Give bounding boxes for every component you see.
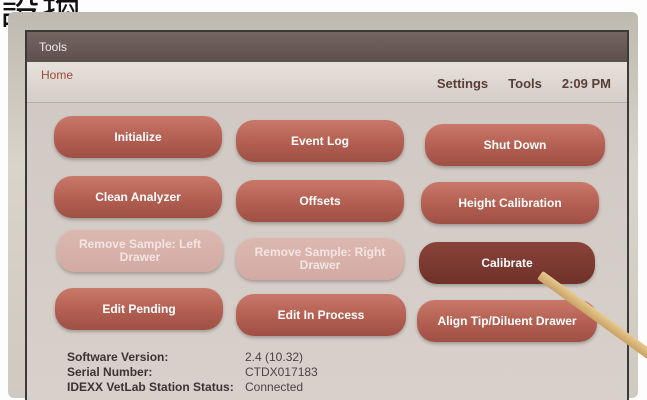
remove-right-drawer-button[interactable]: Remove Sample: Right Drawer — [236, 238, 404, 280]
clock: 2:09 PM — [561, 76, 611, 91]
system-info: Software Version: 2.4 (10.32) Serial Num… — [67, 350, 318, 395]
nav-bar: Home Settings Tools 2:09 PM — [27, 62, 627, 103]
analyzer-screen: Tools Home Settings Tools 2:09 PM Initia… — [25, 30, 629, 400]
nav-settings[interactable]: Settings — [437, 76, 488, 91]
nav-home-link[interactable]: Home — [41, 68, 73, 82]
initialize-button[interactable]: Initialize — [54, 116, 222, 158]
clean-analyzer-button[interactable]: Clean Analyzer — [54, 176, 222, 218]
station-status-label: IDEXX VetLab Station Status: — [67, 380, 234, 394]
align-tip-button[interactable]: Align Tip/Diluent Drawer — [417, 300, 597, 342]
edit-in-process-button[interactable]: Edit In Process — [236, 294, 406, 336]
shut-down-button[interactable]: Shut Down — [425, 124, 605, 166]
window-title: Tools — [27, 32, 627, 62]
nav-right-group: Settings Tools 2:09 PM — [437, 76, 611, 91]
software-version-value: 2.4 (10.32) — [245, 350, 304, 364]
serial-number-label: Serial Number: — [67, 365, 153, 379]
software-version-label: Software Version: — [67, 350, 169, 364]
edit-pending-button[interactable]: Edit Pending — [55, 288, 223, 330]
offsets-button[interactable]: Offsets — [236, 180, 404, 222]
calibrate-button[interactable]: Calibrate — [419, 242, 595, 284]
event-log-button[interactable]: Event Log — [236, 120, 404, 162]
nav-tools[interactable]: Tools — [508, 76, 542, 91]
remove-left-drawer-button[interactable]: Remove Sample: Left Drawer — [57, 230, 223, 272]
height-calibration-button[interactable]: Height Calibration — [421, 182, 599, 224]
serial-number-value: CTDX017183 — [245, 365, 318, 379]
station-status-value: Connected — [245, 380, 304, 394]
